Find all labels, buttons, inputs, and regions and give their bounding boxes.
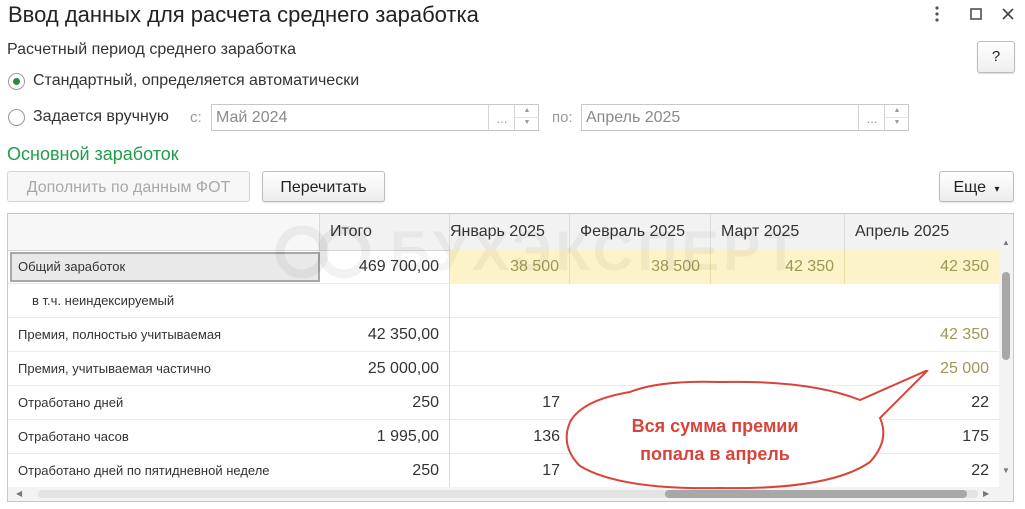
to-date-field[interactable]: Апрель 2025 ... ▲ ▼: [581, 104, 909, 131]
table-row[interactable]: в т.ч. неиндексируемый: [8, 284, 999, 318]
from-date-field[interactable]: Май 2024 ... ▲ ▼: [211, 104, 539, 131]
cell-jan[interactable]: 38 500: [450, 250, 570, 284]
help-button[interactable]: ?: [977, 41, 1015, 73]
from-select-button[interactable]: ...: [488, 105, 515, 130]
row-name: Общий заработок: [18, 259, 126, 274]
period-heading: Расчетный период среднего заработка: [7, 41, 296, 58]
from-spinner[interactable]: ▲ ▼: [514, 105, 539, 130]
header-apr[interactable]: Апрель 2025: [845, 214, 999, 250]
cell-mar[interactable]: 42 350: [711, 250, 845, 284]
more-menu-label: Еще: [953, 179, 987, 196]
row-total: 1 995,00: [320, 420, 450, 454]
to-label: по:: [552, 109, 573, 126]
more-menu-button[interactable]: Еще ▾: [939, 171, 1014, 202]
to-select-button[interactable]: ...: [858, 105, 885, 130]
window-title: Ввод данных для расчета среднего заработ…: [8, 2, 479, 27]
row-name: Отработано дней по пятидневной неделе: [18, 463, 270, 478]
close-icon[interactable]: [998, 4, 1018, 29]
scroll-left-icon[interactable]: ◀: [16, 489, 22, 498]
row-name: Премия, учитываемая частично: [18, 361, 212, 376]
from-date-value: Май 2024: [216, 109, 288, 126]
cell-jan[interactable]: 17: [450, 386, 570, 420]
section-title: Основной заработок: [7, 144, 179, 164]
cell-months-empty[interactable]: [450, 284, 999, 318]
header-name-column: [8, 214, 320, 250]
cell-feb[interactable]: 38 500: [570, 250, 711, 284]
scroll-up-icon[interactable]: ▲: [1002, 238, 1010, 247]
maximize-icon[interactable]: [966, 4, 986, 29]
row-total: 469 700,00: [320, 250, 450, 284]
row-name: в т.ч. неиндексируемый: [32, 293, 175, 308]
row-total: 25 000,00: [320, 352, 450, 386]
vertical-scroll-thumb[interactable]: [1002, 272, 1010, 360]
row-name: Премия, полностью учитываемая: [18, 327, 222, 342]
radio-manual-label[interactable]: Задается вручную: [33, 108, 169, 126]
to-spin-down-icon[interactable]: ▼: [885, 117, 909, 129]
callout-line-2: попала в апрель: [640, 444, 790, 464]
to-date-value: Апрель 2025: [586, 109, 681, 126]
cell-apr[interactable]: 42 350: [845, 318, 999, 352]
row-total: 250: [320, 386, 450, 420]
scroll-down-icon[interactable]: ▼: [1002, 466, 1010, 475]
chevron-down-icon: ▾: [994, 184, 1000, 195]
cell-apr[interactable]: 42 350: [845, 250, 999, 284]
table-row[interactable]: Общий заработок 469 700,00 38 500 38 500…: [8, 250, 999, 284]
vertical-scrollbar[interactable]: ▲ ▼: [999, 214, 1013, 501]
header-mar[interactable]: Март 2025: [711, 214, 845, 250]
header-total[interactable]: Итого: [320, 214, 450, 250]
more-actions-icon[interactable]: [927, 4, 947, 29]
radio-standard-label[interactable]: Стандартный, определяется автоматически: [33, 72, 359, 90]
to-spinner[interactable]: ▲ ▼: [884, 105, 909, 130]
row-name: Отработано часов: [18, 429, 129, 444]
row-total: [320, 284, 450, 318]
from-label: с:: [190, 109, 202, 126]
radio-manual[interactable]: [8, 109, 25, 126]
header-jan-label: Январь 2025: [450, 223, 545, 240]
row-name: Отработано дней: [18, 395, 124, 410]
fill-from-payroll-button[interactable]: Дополнить по данным ФОТ: [7, 171, 250, 202]
radio-standard[interactable]: [8, 73, 25, 90]
cell-jan[interactable]: 136: [450, 420, 570, 454]
callout-line-1: Вся сумма премии: [631, 416, 799, 436]
scroll-right-icon[interactable]: ▶: [983, 489, 989, 498]
header-jan[interactable]: Январь 2025: [450, 214, 570, 250]
from-spin-down-icon[interactable]: ▼: [515, 117, 539, 129]
header-feb[interactable]: Февраль 2025: [570, 214, 711, 250]
table-header: Итого Январь 2025 Февраль 2025 Март 2025…: [8, 214, 1013, 251]
row-total: 42 350,00: [320, 318, 450, 352]
callout-text: Вся сумма премии попала в апрель: [585, 412, 845, 468]
cell-jan[interactable]: 17: [450, 454, 570, 488]
recalculate-button[interactable]: Перечитать: [262, 171, 385, 202]
row-total: 250: [320, 454, 450, 488]
table-row[interactable]: Премия, полностью учитываемая 42 350,00 …: [8, 318, 999, 352]
